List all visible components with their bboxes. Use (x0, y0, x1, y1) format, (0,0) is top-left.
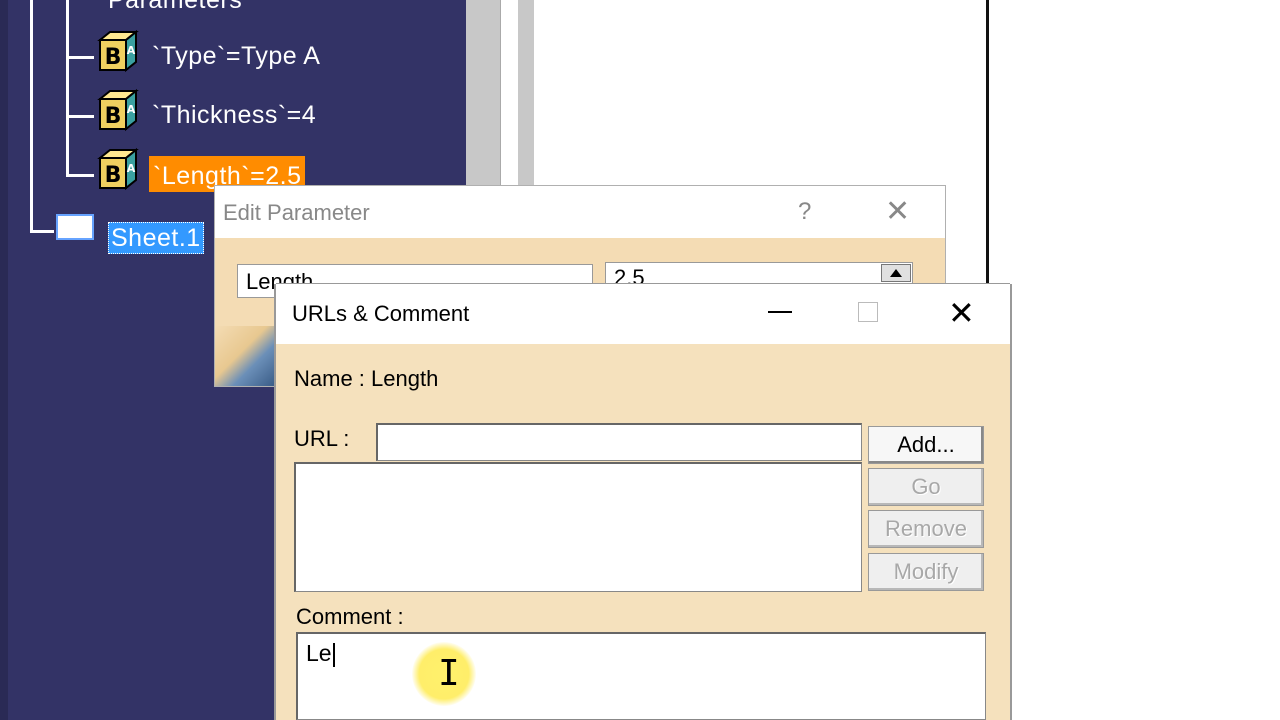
panel-separator (518, 0, 534, 186)
svg-text:B: B (105, 45, 122, 70)
parameter-icon: B A (97, 88, 139, 132)
url-label: URL : (294, 426, 350, 451)
edit-parameter-titlebar[interactable]: Edit Parameter ? ✕ (215, 186, 945, 238)
tree-line (30, 230, 54, 233)
sheet-icon (56, 214, 94, 240)
panel-separator (466, 0, 500, 186)
tree-line (66, 0, 69, 176)
ibeam-cursor-icon: I (438, 653, 460, 694)
minimize-button[interactable] (768, 311, 792, 313)
text-caret (332, 642, 335, 667)
remove-button[interactable]: Remove (868, 510, 984, 548)
comment-textarea[interactable]: Le (296, 632, 986, 720)
add-button[interactable]: Add... (868, 426, 984, 464)
svg-text:A: A (127, 162, 136, 175)
svg-text:A: A (127, 44, 136, 57)
maximize-button[interactable] (858, 302, 878, 322)
tree-item-label: Parameters (108, 0, 243, 14)
comment-label: Comment : (296, 604, 404, 629)
spin-up-button[interactable] (881, 264, 911, 282)
tree-line (66, 115, 94, 118)
svg-text:A: A (127, 103, 136, 116)
tree-item-label: `Type`=Type A (152, 42, 321, 70)
close-button[interactable]: ✕ (948, 294, 975, 332)
urls-comment-titlebar[interactable]: URLs & Comment ✕ (276, 284, 1010, 344)
svg-text:B: B (105, 104, 122, 129)
tree-item-label: Sheet.1 (108, 222, 204, 254)
urls-comment-dialog: URLs & Comment ✕ Name : Length URL : Add… (276, 284, 1010, 720)
dialog-decoration-image (215, 326, 285, 386)
viewport-border (986, 0, 989, 290)
dialog-title: URLs & Comment (292, 301, 470, 326)
tree-line (66, 174, 94, 177)
svg-text:B: B (105, 163, 122, 188)
help-button[interactable]: ? (798, 198, 811, 226)
go-button[interactable]: Go (868, 468, 984, 506)
comment-text: Le (306, 640, 332, 666)
tree-item-label: `Thickness`=4 (152, 101, 317, 129)
tree-line (30, 0, 33, 232)
url-input[interactable] (376, 423, 862, 461)
parameter-icon: B A (97, 29, 139, 73)
tree-line (66, 56, 94, 59)
url-list[interactable] (294, 462, 862, 592)
scrollbar-track[interactable] (500, 0, 519, 186)
parameters-folder-icon (44, 0, 104, 8)
close-button[interactable]: ✕ (885, 194, 910, 229)
name-label: Name : Length (294, 366, 439, 391)
modify-button[interactable]: Modify (868, 553, 984, 591)
parameter-icon: B A (97, 147, 139, 191)
dialog-title: Edit Parameter (223, 200, 370, 225)
